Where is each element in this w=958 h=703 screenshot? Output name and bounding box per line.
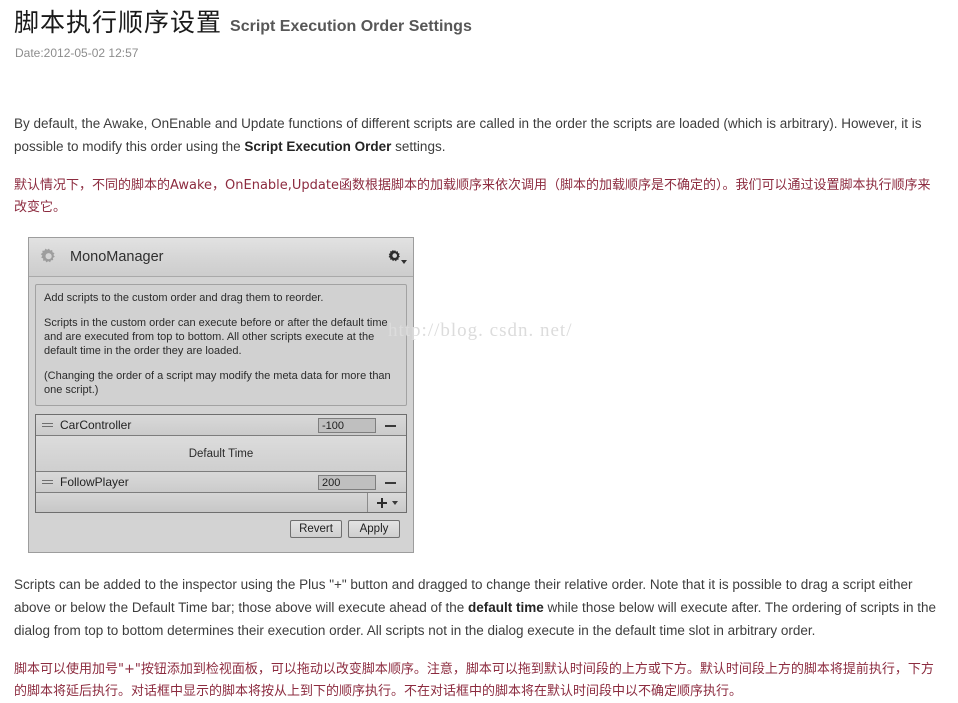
- script-order-value[interactable]: -100: [318, 417, 376, 433]
- drag-handle-icon[interactable]: [42, 421, 53, 429]
- panel-title: MonoManager: [70, 249, 164, 265]
- apply-button[interactable]: Apply: [348, 520, 400, 538]
- intro-paragraph-cn: 默认情况下，不同的脚本的Awake，OnEnable,Update函数根据脚本的…: [14, 178, 931, 215]
- settings-gear-icon[interactable]: [387, 249, 407, 265]
- header-spacer: [0, 60, 958, 112]
- article-body: By default, the Awake, OnEnable and Upda…: [0, 112, 958, 703]
- chevron-down-icon: [391, 500, 398, 505]
- intro-en-part1: By default, the Awake, OnEnable and Upda…: [14, 116, 922, 154]
- page-header: 脚本执行顺序设置 Script Execution Order Settings …: [0, 0, 958, 60]
- minus-icon[interactable]: [385, 476, 398, 489]
- page-title: 脚本执行顺序设置 Script Execution Order Settings: [14, 10, 958, 35]
- monomanager-panel: MonoManager Add scripts to the custom or…: [28, 237, 414, 553]
- add-script-button[interactable]: [367, 493, 406, 512]
- publish-date: Date:2012-05-02 12:57: [15, 46, 139, 60]
- panel-gap: [14, 553, 942, 573]
- page-title-en: Script Execution Order Settings: [230, 18, 472, 35]
- table-row[interactable]: CarController -100: [36, 415, 406, 436]
- script-name: CarController: [60, 418, 132, 432]
- plus-icon: [376, 497, 387, 508]
- outro-paragraph-cn: 脚本可以使用加号"+"按钮添加到检视面板，可以拖动以改变脚本顺序。注意，脚本可以…: [14, 662, 934, 699]
- monomanager-body: Add scripts to the custom order and drag…: [29, 277, 413, 552]
- help-line-2: Scripts in the custom order can execute …: [44, 317, 388, 357]
- outro-paragraph-en: Scripts can be added to the inspector us…: [14, 573, 942, 642]
- script-order-value[interactable]: 200: [318, 474, 376, 490]
- script-name: FollowPlayer: [60, 475, 129, 489]
- intro-en-part2: settings.: [391, 139, 446, 154]
- revert-button[interactable]: Revert: [290, 520, 342, 538]
- help-line-3: (Changing the order of a script may modi…: [44, 370, 391, 396]
- intro-paragraph-en: By default, the Awake, OnEnable and Upda…: [14, 112, 942, 158]
- page-title-cn: 脚本执行顺序设置: [14, 8, 223, 37]
- default-time-label: Default Time: [188, 447, 254, 460]
- panel-footer: Revert Apply: [35, 513, 407, 546]
- help-text-box: Add scripts to the custom order and drag…: [35, 284, 407, 406]
- list-toolbar-spacer: [36, 493, 367, 512]
- monomanager-titlebar: MonoManager: [29, 238, 413, 277]
- default-time-bar[interactable]: Default Time: [36, 436, 406, 472]
- list-toolbar: [36, 493, 406, 512]
- chevron-down-icon: [401, 260, 407, 264]
- outro-en-bold: default time: [468, 600, 544, 615]
- drag-handle-icon[interactable]: [42, 478, 53, 486]
- gear-icon: [39, 247, 59, 267]
- table-row[interactable]: FollowPlayer 200: [36, 472, 406, 493]
- help-line-1: Add scripts to the custom order and drag…: [44, 292, 324, 304]
- intro-en-bold: Script Execution Order: [244, 139, 392, 154]
- minus-icon[interactable]: [385, 419, 398, 432]
- script-order-list: CarController -100 Default Time FollowPl…: [35, 414, 407, 513]
